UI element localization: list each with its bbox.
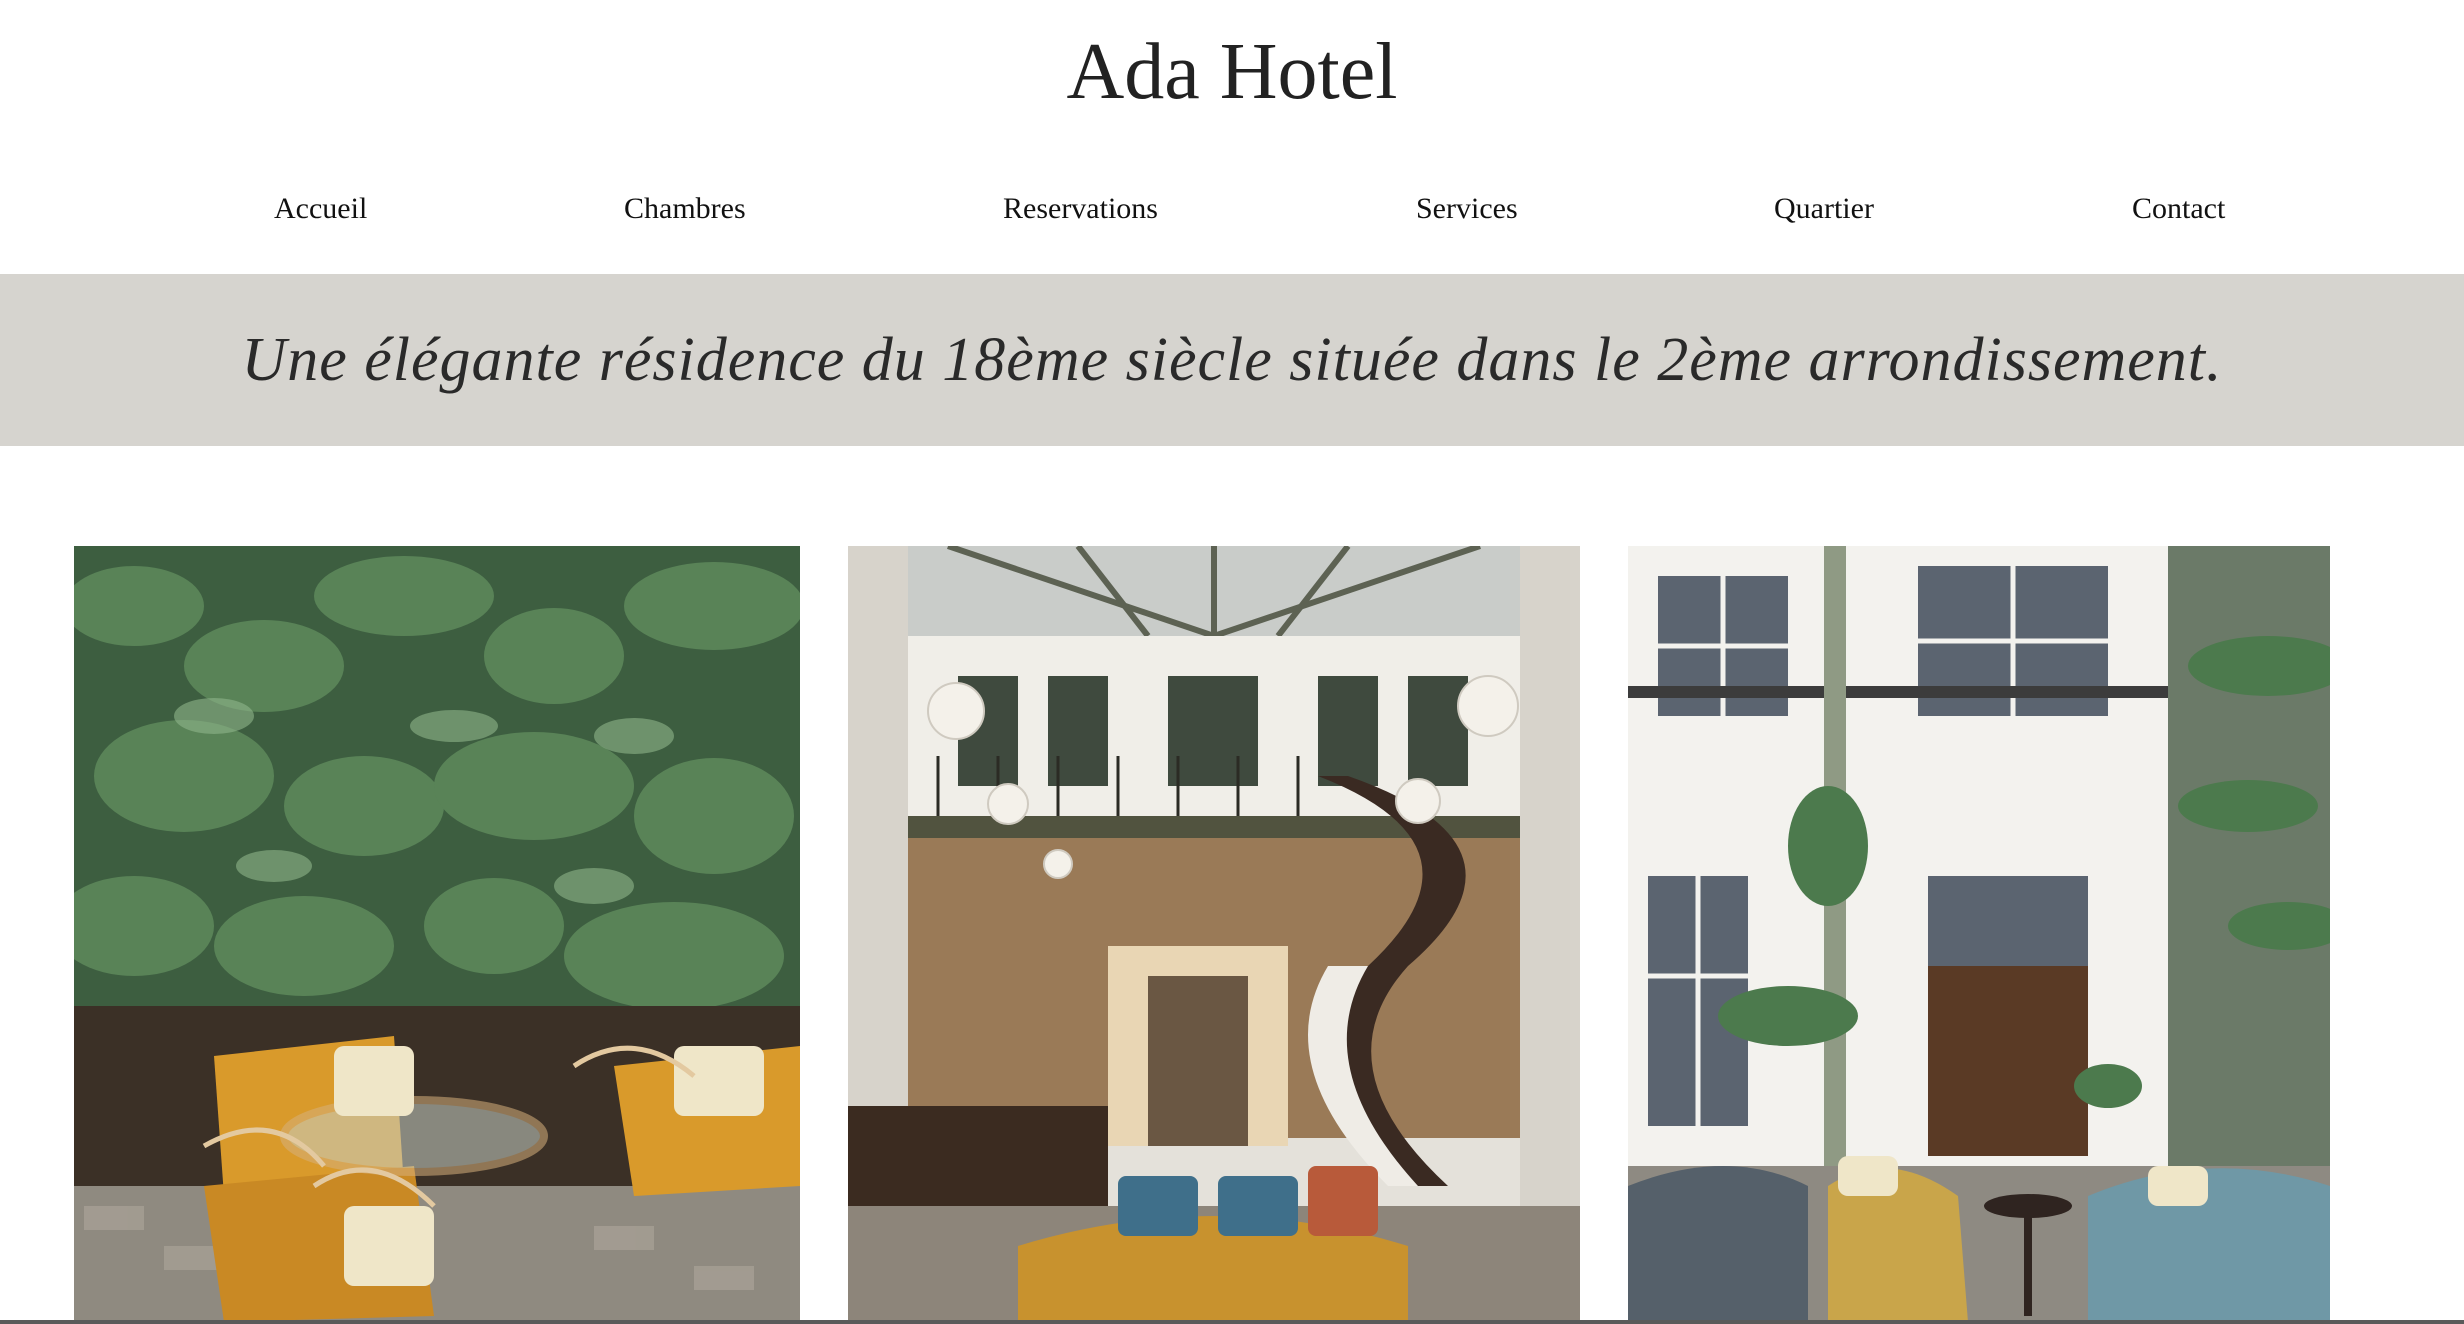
nav-item-services[interactable]: Services <box>1416 186 1518 232</box>
main-nav: Accueil Chambres Reservations Services Q… <box>0 186 2464 232</box>
tagline-text: Une élégante résidence du 18ème siècle s… <box>241 326 2223 394</box>
nav-item-accueil[interactable]: Accueil <box>274 186 367 232</box>
photo-garden-courtyard <box>74 546 800 1322</box>
nav-item-chambres[interactable]: Chambres <box>624 186 746 232</box>
tagline-banner: Une élégante résidence du 18ème siècle s… <box>0 274 2464 446</box>
photo-courtyard-lounge <box>1628 546 2330 1322</box>
site-title: Ada Hotel <box>1066 28 1398 116</box>
nav-item-contact[interactable]: Contact <box>2132 186 2225 232</box>
photo-atrium-staircase <box>848 546 1580 1322</box>
nav-item-reservations[interactable]: Reservations <box>1003 186 1158 232</box>
bottom-divider <box>0 1320 2464 1324</box>
nav-item-quartier[interactable]: Quartier <box>1774 186 1874 232</box>
